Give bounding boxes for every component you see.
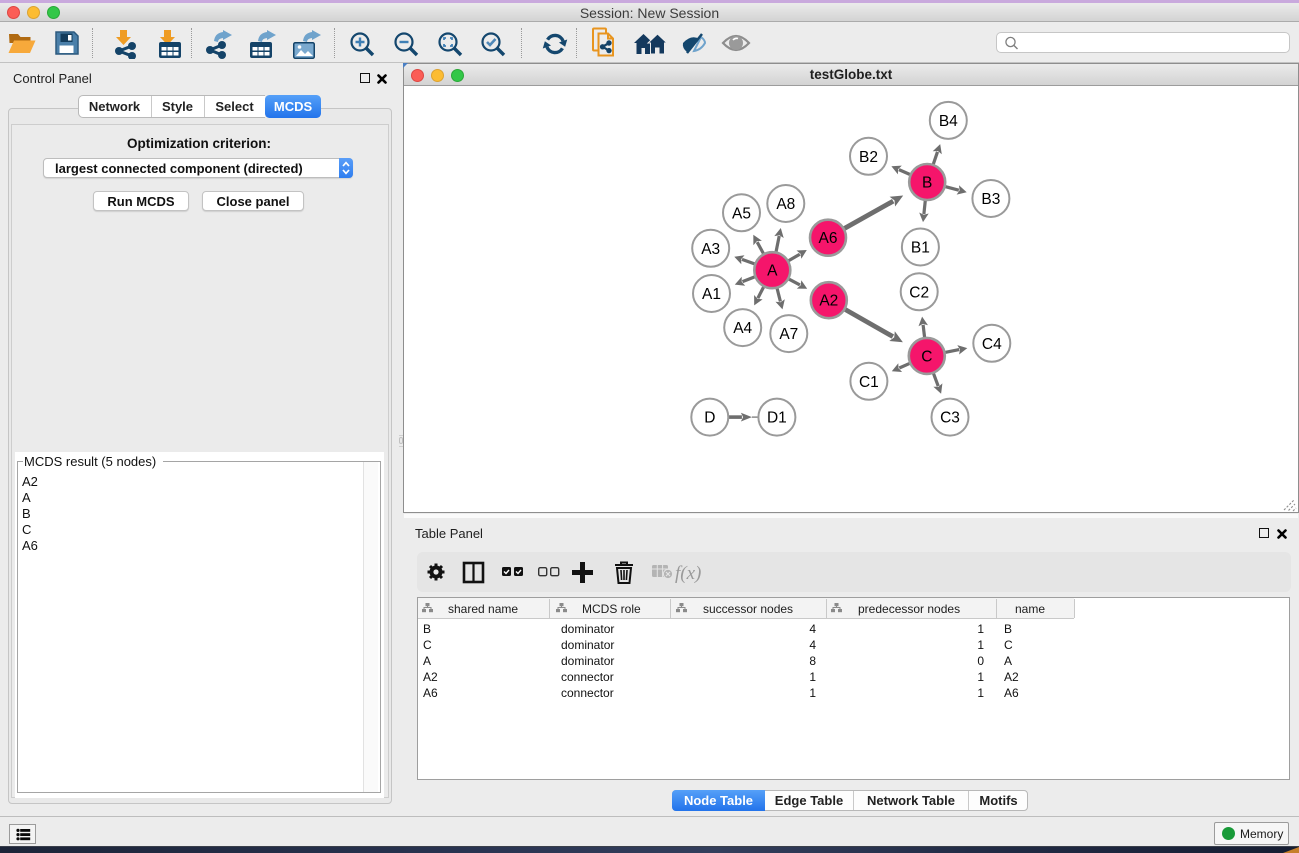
svg-text:D1: D1 (767, 410, 787, 427)
svg-text:A2: A2 (819, 293, 838, 310)
svg-text:D: D (704, 410, 715, 427)
svg-text:MCDS role: MCDS role (582, 602, 641, 616)
svg-text:A5: A5 (732, 205, 751, 222)
svg-text:B: B (922, 175, 932, 192)
svg-text:predecessor nodes: predecessor nodes (858, 602, 960, 616)
svg-text:A3: A3 (701, 241, 720, 258)
svg-text:shared name: shared name (448, 602, 518, 616)
svg-text:C3: C3 (940, 410, 960, 427)
svg-text:A8: A8 (776, 196, 795, 213)
svg-text:B4: B4 (939, 113, 958, 130)
svg-text:B2: B2 (859, 149, 878, 166)
svg-text:name: name (1015, 602, 1045, 616)
svg-text:C2: C2 (909, 284, 929, 301)
svg-text:A1: A1 (702, 286, 721, 303)
svg-text:C4: C4 (982, 336, 1002, 353)
svg-text:A: A (767, 263, 778, 280)
svg-text:B3: B3 (981, 191, 1000, 208)
svg-text:C1: C1 (859, 374, 879, 391)
svg-text:B1: B1 (911, 240, 930, 257)
svg-text:successor nodes: successor nodes (703, 602, 793, 616)
svg-text:A6: A6 (819, 230, 838, 247)
svg-text:f(x): f(x) (675, 563, 701, 584)
svg-text:C: C (921, 348, 932, 365)
svg-text:A4: A4 (733, 320, 752, 337)
svg-text:A7: A7 (779, 326, 798, 343)
